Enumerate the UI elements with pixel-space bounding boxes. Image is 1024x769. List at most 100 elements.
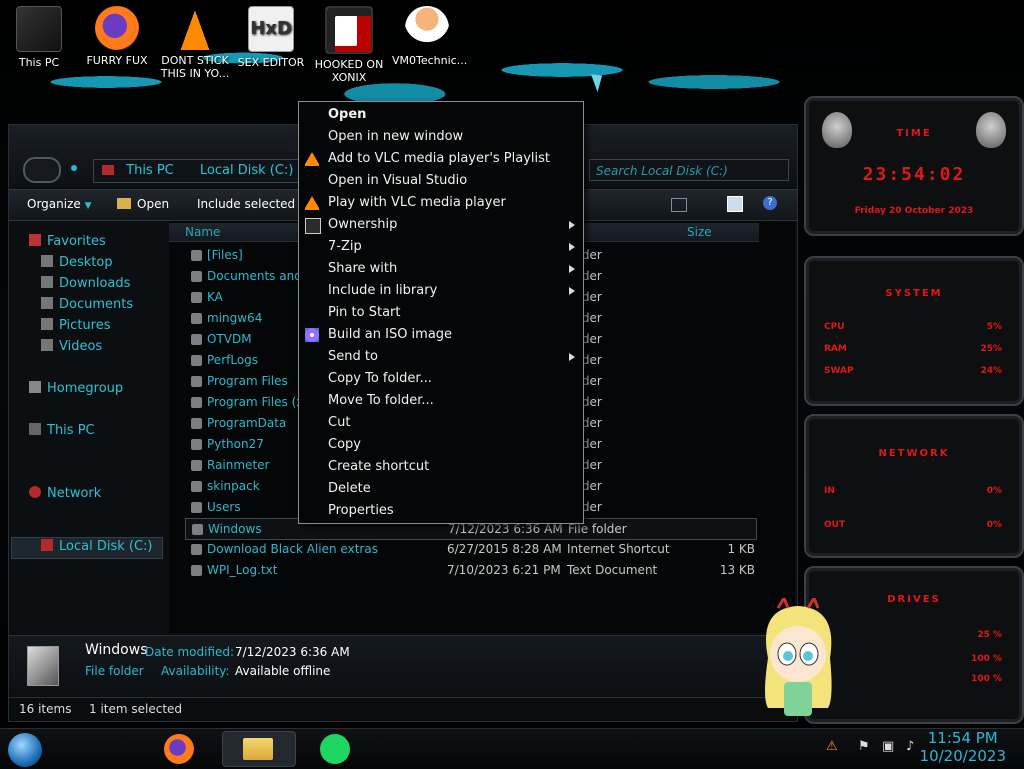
desktop-icon-dont-stick[interactable]: DONT STICK THIS IN YO... <box>160 6 230 80</box>
firefox-taskbar-button[interactable] <box>164 734 194 764</box>
menu-item-move-to-folder[interactable]: Move To folder... <box>299 390 583 412</box>
documents-icon <box>41 297 53 309</box>
column-name[interactable]: Name <box>185 223 220 241</box>
net-out-label: OUT <box>824 520 846 530</box>
preview-pane-icon[interactable] <box>727 196 743 212</box>
menu-item-open-in-visual-studio[interactable]: Open in Visual Studio <box>299 170 583 192</box>
include-library-button[interactable]: Include selected fol <box>197 197 314 211</box>
menu-item-play-with-vlc-media-player[interactable]: Play with VLC media player <box>299 192 583 214</box>
menu-item-delete[interactable]: Delete <box>299 478 583 500</box>
desktop-icon-furry-fux[interactable]: FURRY FUX <box>82 6 152 67</box>
breadcrumb-local-disk[interactable]: Local Disk (C:) <box>200 163 293 178</box>
desktop-icon-this-pc[interactable]: This PC <box>4 6 74 69</box>
nav-network[interactable]: Network <box>29 485 101 503</box>
search-input[interactable]: Search Local Disk (C:) <box>589 159 789 181</box>
menu-item-ownership[interactable]: Ownership <box>299 214 583 236</box>
breadcrumb-this-pc[interactable]: This PC <box>126 163 174 178</box>
row-name: [Files] <box>207 248 243 262</box>
vlc-cone-icon <box>173 6 217 50</box>
drive-icon <box>102 165 114 175</box>
open-button[interactable]: Open <box>117 197 169 211</box>
folder-icon <box>191 460 202 471</box>
star-icon <box>29 234 41 246</box>
navigation-pane: Favorites Desktop Downloads Documents Pi… <box>9 221 165 631</box>
nav-videos[interactable]: Videos <box>41 338 102 356</box>
recent-pages-icon[interactable] <box>71 165 77 171</box>
cartoon-character-sticker <box>765 598 832 716</box>
table-row[interactable]: WPI_Log.txt 7/10/2023 6:21 PM Text Documen… <box>185 560 755 580</box>
menu-item-build-an-iso-image[interactable]: Build an ISO image <box>299 324 583 346</box>
firefox-icon <box>95 6 139 50</box>
nav-local-disk[interactable]: Local Disk (C:) <box>41 538 152 556</box>
menu-item-label: Open in Visual Studio <box>328 173 468 188</box>
drive-3-usage: 100 % <box>971 674 1002 684</box>
desktop-icon-hooked-on-xonix[interactable]: HOOKED ON XONIX <box>314 6 384 84</box>
menu-item-label: Pin to Start <box>328 305 401 320</box>
menu-item-cut[interactable]: Cut <box>299 412 583 434</box>
details-availability: Available offline <box>235 664 331 678</box>
help-icon[interactable]: ? <box>763 196 777 210</box>
folder-icon <box>191 313 202 324</box>
drive-icon <box>41 539 53 551</box>
folder-icon <box>192 524 203 535</box>
time-gadget: TIME 23:54:02 Friday 20 October 2023 <box>804 96 1024 236</box>
system-title: SYSTEM <box>885 288 943 299</box>
menu-item-create-shortcut[interactable]: Create shortcut <box>299 456 583 478</box>
menu-item-label: Add to VLC media player's Playlist <box>328 151 551 166</box>
menu-item-label: Send to <box>328 349 378 364</box>
row-name: KA <box>207 290 223 304</box>
clock-time: 11:54 PM <box>927 729 998 747</box>
nav-favorites[interactable]: Favorites <box>29 233 106 251</box>
start-orb-button[interactable] <box>8 733 42 767</box>
folder-icon <box>191 481 202 492</box>
row-size: 13 KB <box>719 563 755 577</box>
menu-item-send-to[interactable]: Send to <box>299 346 583 368</box>
file-explorer-taskbar-button[interactable] <box>222 731 296 767</box>
table-row[interactable]: Download Black Alien extras 6/27/2015 8:2… <box>185 539 755 559</box>
back-forward-buttons[interactable] <box>23 157 61 183</box>
row-date: 6/27/2015 8:28 AM <box>447 542 562 556</box>
menu-item-pin-to-start[interactable]: Pin to Start <box>299 302 583 324</box>
menu-item-add-to-vlc-media-player-s-playlist[interactable]: Add to VLC media player's Playlist <box>299 148 583 170</box>
nav-homegroup[interactable]: Homegroup <box>29 380 123 398</box>
menu-item-7-zip[interactable]: 7-Zip <box>299 236 583 258</box>
menu-item-open[interactable]: Open <box>299 104 583 126</box>
folder-icon <box>243 738 273 760</box>
menu-item-copy[interactable]: Copy <box>299 434 583 456</box>
nav-this-pc[interactable]: This PC <box>29 422 95 440</box>
chevron-down-icon: ▼ <box>84 201 92 211</box>
column-size[interactable]: Size <box>687 223 712 241</box>
computer-icon <box>29 423 41 435</box>
nav-desktop[interactable]: Desktop <box>41 254 113 272</box>
menu-item-share-with[interactable]: Share with <box>299 258 583 280</box>
desktop-icon-sex-editor[interactable]: HxD SEX EDITOR <box>236 6 306 69</box>
menu-item-copy-to-folder[interactable]: Copy To folder... <box>299 368 583 390</box>
menu-item-label: Build an ISO image <box>328 327 453 342</box>
nav-pictures[interactable]: Pictures <box>41 317 110 335</box>
view-options-icon[interactable] <box>671 198 687 212</box>
submenu-arrow-icon <box>569 221 575 229</box>
menu-item-label: Copy <box>328 437 361 452</box>
nav-downloads[interactable]: Downloads <box>41 275 130 293</box>
desktop-icon-vm0technic[interactable]: VM0Technic... <box>392 6 467 67</box>
network-icon <box>29 486 41 498</box>
nav-documents[interactable]: Documents <box>41 296 133 314</box>
organize-button[interactable]: Organize ▼ <box>27 197 92 211</box>
tray-warning-icon[interactable]: ⚠ <box>826 739 842 755</box>
menu-item-label: Copy To folder... <box>328 371 432 386</box>
submenu-arrow-icon <box>569 243 575 251</box>
menu-item-properties[interactable]: Properties <box>299 500 583 522</box>
tray-network-icon[interactable]: ▣ <box>882 739 898 755</box>
row-name: Download Black Alien extras <box>207 542 378 556</box>
menu-item-label: Properties <box>328 503 394 518</box>
status-selected: 1 item selected <box>89 702 183 716</box>
system-gadget: SYSTEM CPU 5% RAM 25% SWAP 24% <box>804 256 1024 406</box>
folder-icon <box>191 292 202 303</box>
menu-item-include-in-library[interactable]: Include in library <box>299 280 583 302</box>
computer-icon <box>16 6 62 52</box>
spotify-taskbar-button[interactable] <box>320 734 350 764</box>
menu-item-open-in-new-window[interactable]: Open in new window <box>299 126 583 148</box>
tray-flag-icon[interactable]: ⚑ <box>858 739 874 755</box>
cpu-value: 5% <box>986 322 1002 332</box>
taskbar-clock[interactable]: 11:54 PM 10/20/2023 <box>920 729 1006 765</box>
